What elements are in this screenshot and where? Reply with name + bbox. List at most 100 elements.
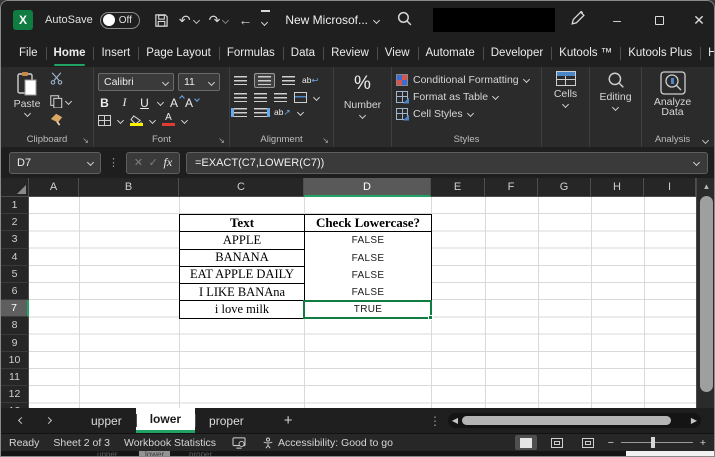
row-header-5[interactable]: 5 <box>1 266 29 283</box>
tab-review[interactable]: Review <box>323 39 377 67</box>
merge-center-button[interactable] <box>294 92 307 103</box>
sheet-tab-lower[interactable]: lower <box>136 408 195 433</box>
scroll-right-icon[interactable]: ▶ <box>687 416 701 425</box>
table-header-check-lowercase[interactable]: Check Lowercase? <box>305 215 431 232</box>
bottom-align-button[interactable] <box>282 76 295 85</box>
row-header-7[interactable]: 7 <box>1 300 29 317</box>
column-header-c[interactable]: C <box>179 178 304 197</box>
sheet-tab-upper[interactable]: upper <box>77 408 136 433</box>
cells-button[interactable]: Cells <box>541 67 589 147</box>
editing-button[interactable]: Editing <box>589 67 641 147</box>
wrap-text-button[interactable]: ab↩ <box>302 75 319 86</box>
display-settings-icon[interactable] <box>232 437 246 449</box>
formula-bar-resize-handle[interactable]: ⋮ <box>108 156 119 169</box>
row-header-2[interactable]: 2 <box>1 214 29 231</box>
row-header-8[interactable]: 8 <box>1 317 29 334</box>
vertical-scroll-thumb[interactable] <box>700 196 713 392</box>
cell-c4[interactable]: BANANA <box>180 250 305 267</box>
confirm-entry-button[interactable]: ✓ <box>149 156 158 169</box>
minimize-button[interactable]: – <box>597 1 637 39</box>
font-color-button[interactable]: A <box>162 114 175 126</box>
format-painter-button[interactable] <box>49 112 71 131</box>
tab-developer[interactable]: Developer <box>483 39 551 67</box>
sheet-tab-proper[interactable]: proper <box>195 408 258 433</box>
align-right-button[interactable] <box>274 93 287 102</box>
row-header-4[interactable]: 4 <box>1 249 29 266</box>
align-left-button[interactable] <box>234 93 247 102</box>
italic-button[interactable]: I <box>118 95 131 110</box>
bold-button[interactable]: B <box>98 96 111 110</box>
row-header-12[interactable]: 12 <box>1 386 29 403</box>
font-dialog-launcher[interactable]: ↘ <box>218 136 225 145</box>
tab-data[interactable]: Data <box>283 39 323 67</box>
increase-font-size-button[interactable]: A <box>170 96 178 110</box>
tab-help[interactable]: Help <box>700 39 715 67</box>
zoom-slider[interactable]: − + <box>608 437 706 449</box>
top-align-button[interactable] <box>234 76 247 85</box>
maximize-button[interactable] <box>639 1 679 39</box>
redo-button[interactable]: ↷ <box>209 12 229 29</box>
underline-dropdown[interactable] <box>157 99 164 106</box>
accessibility-status[interactable]: Accessibility: Good to go <box>262 437 393 449</box>
tab-file[interactable]: File <box>11 39 46 67</box>
previous-sheet-button[interactable] <box>18 417 25 424</box>
zoom-in-button[interactable]: + <box>700 437 706 449</box>
alignment-dialog-launcher[interactable]: ↘ <box>322 136 329 145</box>
tab-insert[interactable]: Insert <box>93 39 138 67</box>
status-sheet-info[interactable]: Sheet 2 of 3 <box>53 437 110 449</box>
select-all-button[interactable] <box>1 178 29 197</box>
orientation-dropdown[interactable] <box>297 109 304 116</box>
name-box[interactable]: D7 <box>9 152 101 174</box>
fill-color-dropdown[interactable] <box>149 116 156 123</box>
zoom-thumb[interactable] <box>651 437 655 448</box>
workbook-statistics-button[interactable]: Workbook Statistics <box>124 437 216 449</box>
font-name-select[interactable]: Calibri <box>98 73 174 91</box>
expand-formula-bar-button[interactable] <box>693 159 700 166</box>
decrease-font-size-button[interactable]: A <box>185 96 193 110</box>
analyze-data-button[interactable]: AnalyzeData Analysis <box>641 67 703 147</box>
table-header-text[interactable]: Text <box>180 215 305 232</box>
align-center-button[interactable] <box>254 93 267 102</box>
borders-dropdown[interactable] <box>117 116 124 123</box>
increase-indent-button[interactable] <box>254 108 267 117</box>
scroll-left-icon[interactable]: ◀ <box>448 416 462 425</box>
horizontal-scroll-thumb[interactable] <box>462 416 671 425</box>
fill-handle[interactable] <box>428 315 433 320</box>
next-sheet-button[interactable] <box>45 417 52 424</box>
column-header-i[interactable]: I <box>644 178 696 197</box>
collapse-ribbon-button[interactable] <box>702 137 709 144</box>
format-as-table-button[interactable]: Format as Table <box>396 91 537 103</box>
back-button[interactable]: ← <box>238 12 252 28</box>
clipboard-dialog-launcher[interactable]: ↘ <box>82 136 89 145</box>
document-title[interactable]: New Microsof... <box>285 13 379 27</box>
ink-pen-icon[interactable] <box>569 10 586 32</box>
customize-toolbar-button[interactable] <box>262 10 267 30</box>
column-header-d[interactable]: D <box>304 178 431 197</box>
cell-area[interactable]: Text Check Lowercase? APPLE FALSE BANANA… <box>29 197 696 408</box>
number-group[interactable]: % Number <box>333 67 391 147</box>
fill-color-button[interactable] <box>130 115 143 126</box>
column-header-f[interactable]: F <box>485 178 538 197</box>
row-header-3[interactable]: 3 <box>1 231 29 248</box>
tab-automate[interactable]: Automate <box>418 39 483 67</box>
paste-button[interactable]: Paste <box>5 71 49 131</box>
copy-button[interactable] <box>49 94 71 108</box>
column-header-g[interactable]: G <box>538 178 591 197</box>
cut-button[interactable] <box>49 71 71 90</box>
tab-kutools[interactable]: Kutools ™ <box>551 39 620 67</box>
column-header-h[interactable]: H <box>591 178 644 197</box>
column-header-b[interactable]: B <box>79 178 179 197</box>
horizontal-scrollbar[interactable]: ◀ ▶ <box>448 413 701 428</box>
cell-c5[interactable]: EAT APPLE DAILY <box>180 267 305 284</box>
row-header-10[interactable]: 10 <box>1 352 29 369</box>
cell-d5[interactable]: FALSE <box>305 267 431 284</box>
cell-c3[interactable]: APPLE <box>180 232 305 249</box>
tab-kutools-plus[interactable]: Kutools Plus <box>620 39 700 67</box>
row-header-6[interactable]: 6 <box>1 283 29 300</box>
zoom-out-button[interactable]: − <box>608 437 614 449</box>
row-header-11[interactable]: 11 <box>1 369 29 386</box>
middle-align-button[interactable] <box>254 73 275 88</box>
add-sheet-button[interactable]: + <box>284 412 293 429</box>
row-header-9[interactable]: 9 <box>1 335 29 352</box>
number-format-dropdown[interactable] <box>359 112 366 119</box>
